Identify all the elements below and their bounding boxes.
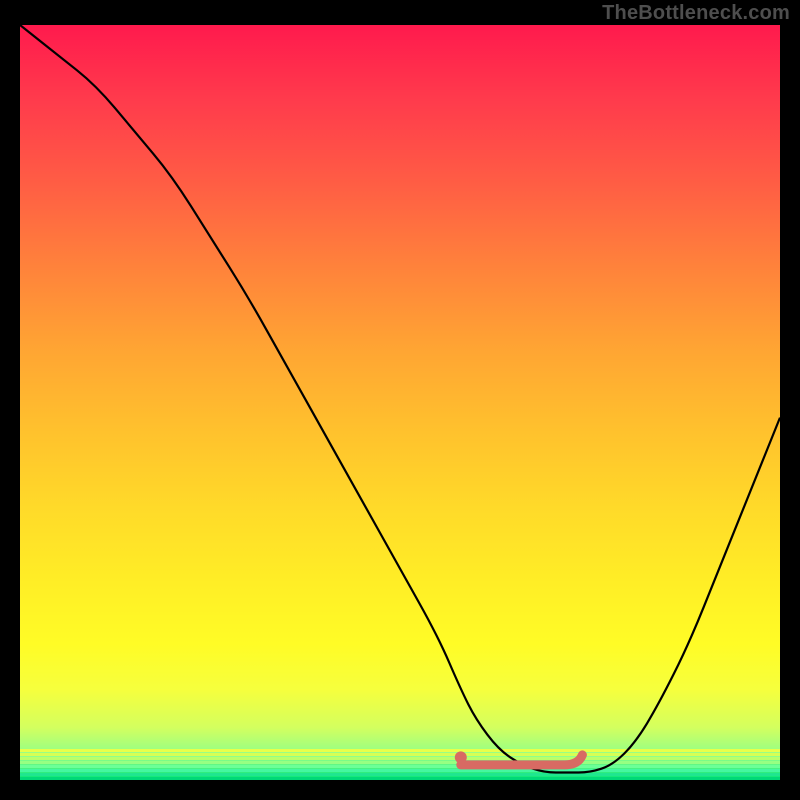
chart-frame: TheBottleneck.com	[0, 0, 800, 800]
watermark-text: TheBottleneck.com	[602, 2, 790, 25]
optimal-point-marker	[455, 751, 467, 763]
optimal-range-marker	[461, 755, 583, 765]
plot-area	[20, 25, 780, 780]
chart-svg	[20, 25, 780, 780]
curve-group	[20, 25, 780, 773]
bottleneck-curve-line	[20, 25, 780, 773]
